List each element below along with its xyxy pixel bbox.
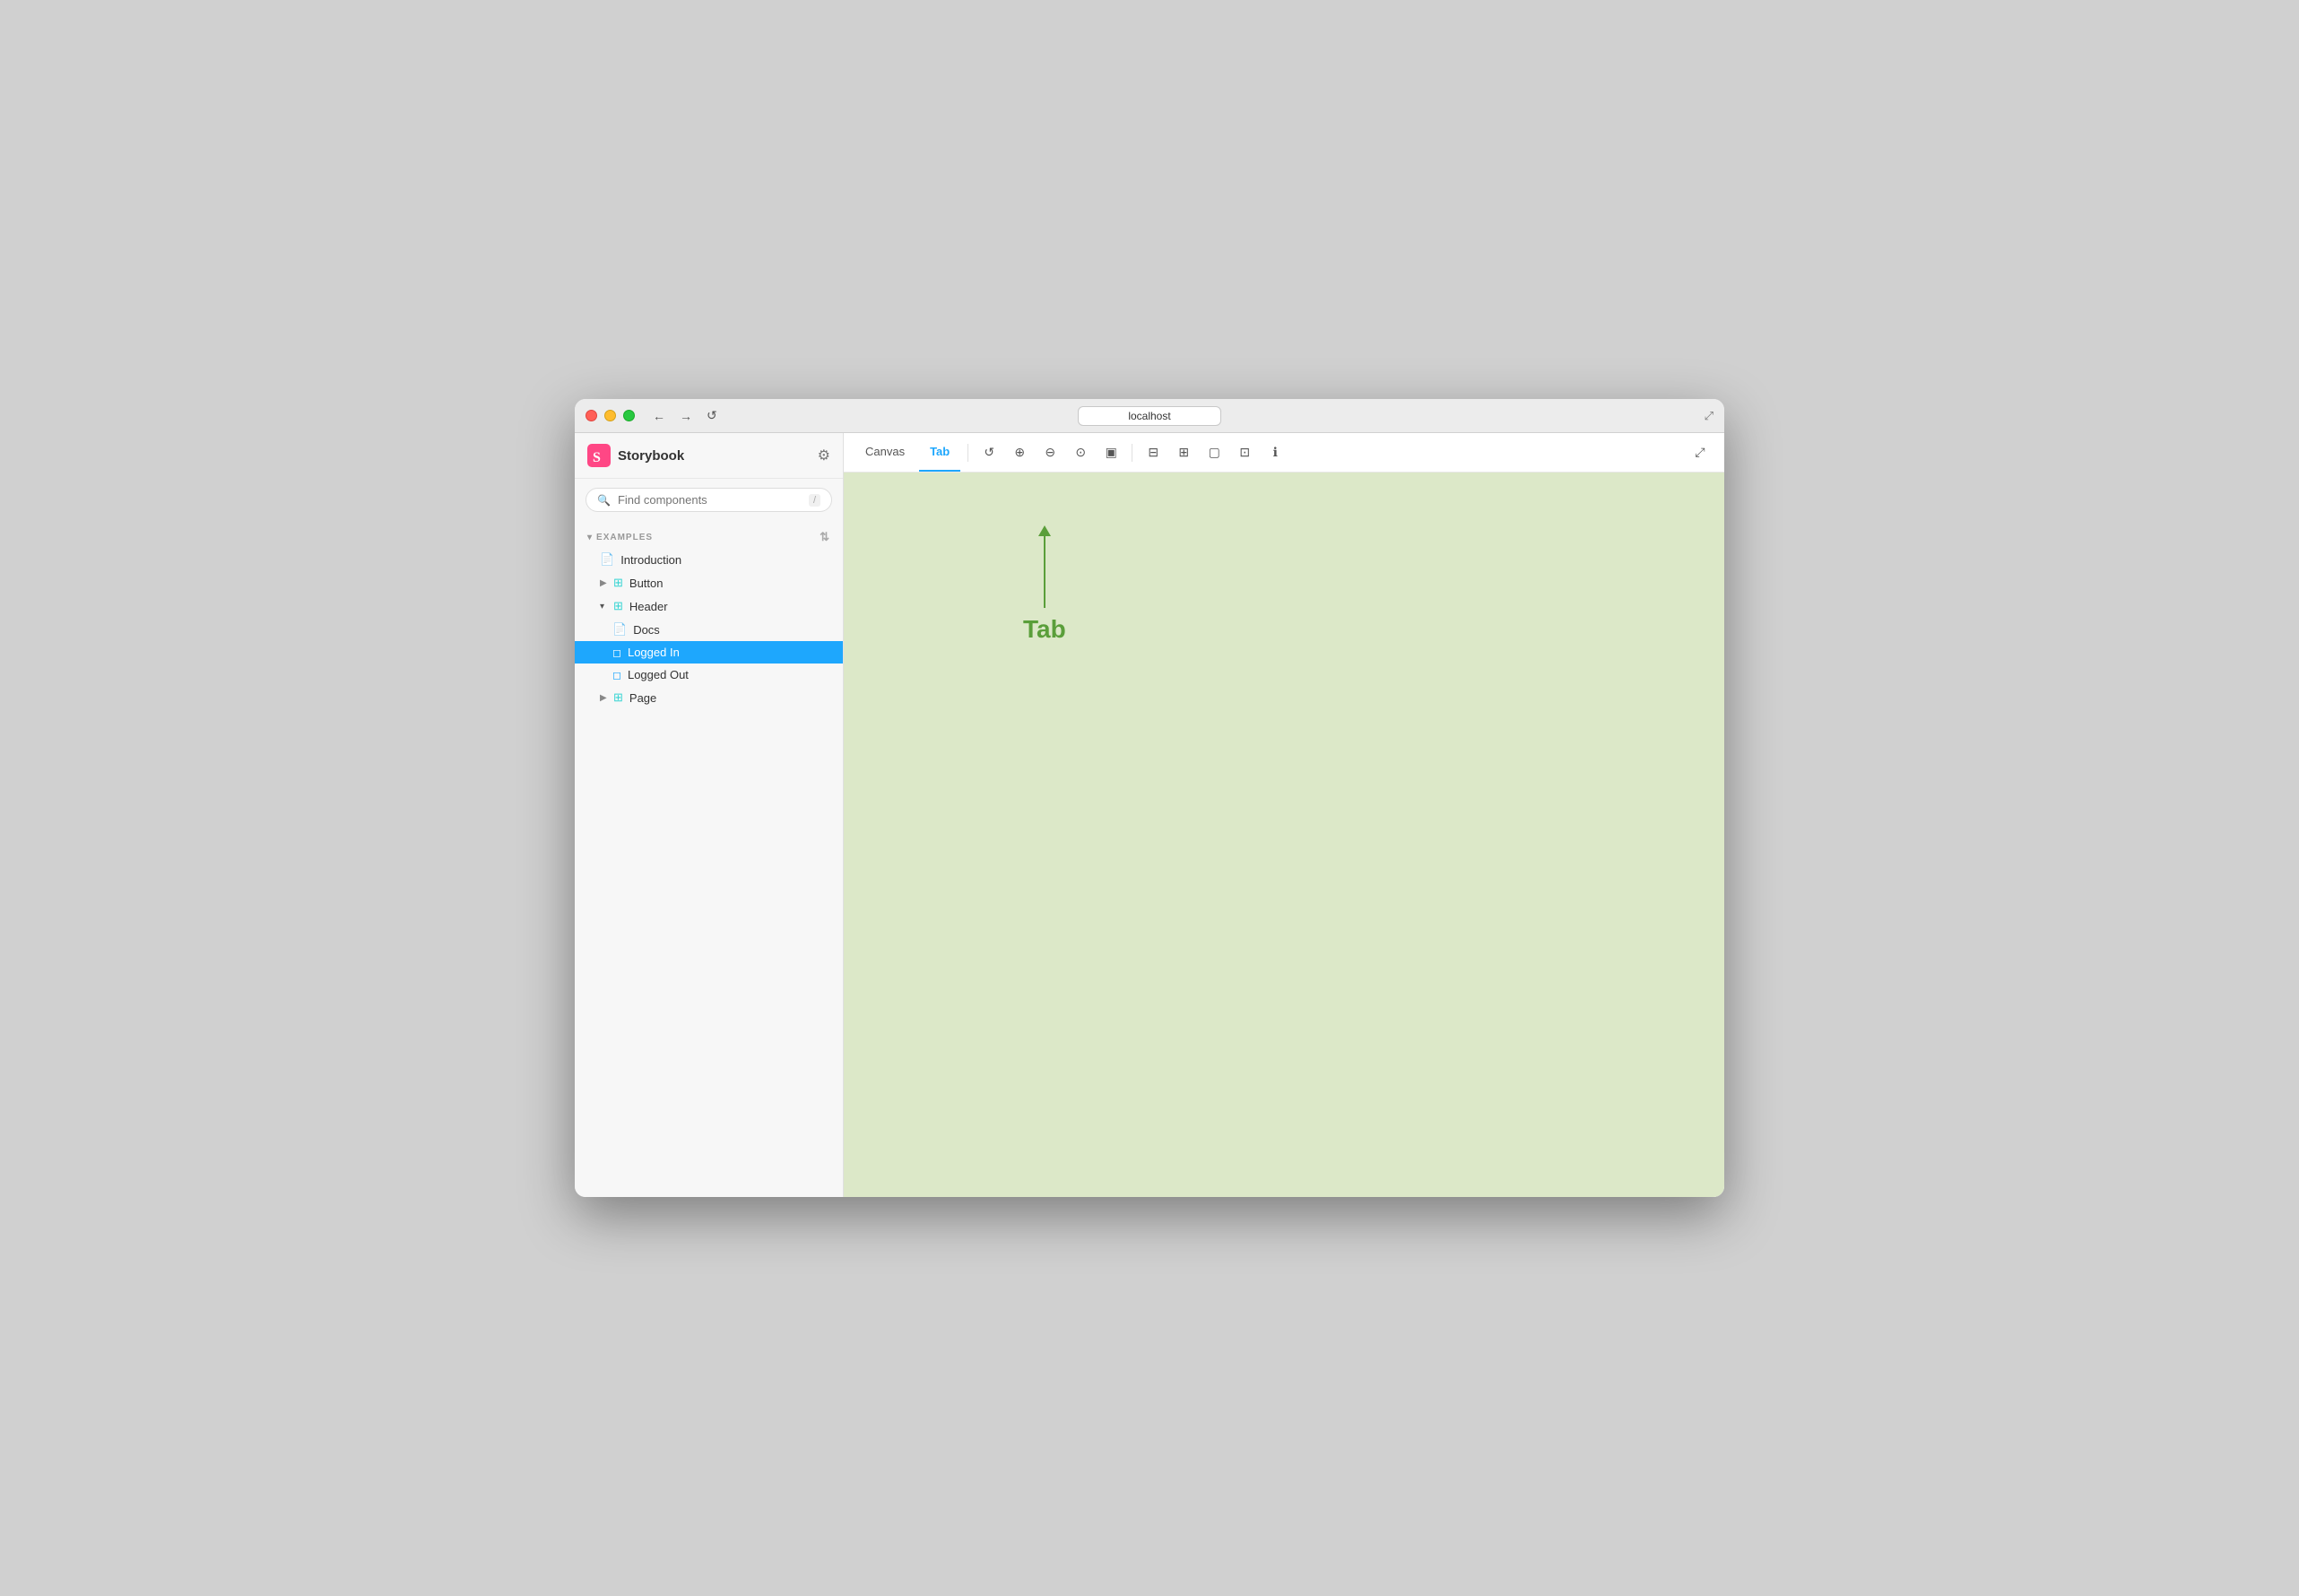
- zoom-out-button[interactable]: ⊖: [1037, 439, 1063, 466]
- new-window-icon: ⤢: [1695, 445, 1705, 460]
- info-icon: ℹ: [1273, 445, 1278, 460]
- sidebar-item-header-logged-out[interactable]: ◻ Logged Out: [575, 664, 843, 686]
- toolbar-right: ⤢: [1687, 439, 1713, 466]
- expand-arrow-icon: ▾: [600, 602, 609, 612]
- titlebar: ← → ↺ localhost ⤢: [575, 399, 1724, 433]
- tab-canvas[interactable]: Canvas: [855, 433, 915, 472]
- grid-button-1[interactable]: ⊟: [1140, 439, 1167, 466]
- sidebar-item-header-logged-in[interactable]: ◻ Logged In: [575, 641, 843, 664]
- reload-icon: ↺: [984, 445, 994, 460]
- canvas-arrow: [1038, 526, 1051, 608]
- outline-icon: ▢: [1209, 445, 1220, 460]
- zoom-in-icon: ⊕: [1014, 445, 1025, 460]
- background-icon: ⊡: [1239, 445, 1250, 460]
- grid-2-icon: ⊞: [1178, 445, 1189, 460]
- close-button[interactable]: [586, 410, 597, 421]
- minimize-button[interactable]: [604, 410, 616, 421]
- sidebar-item-label: Page: [629, 691, 656, 705]
- doc-icon: 📄: [612, 622, 627, 637]
- sidebar-header: S Storybook ⚙: [575, 433, 843, 479]
- forward-button[interactable]: →: [676, 407, 696, 425]
- arrow-head-icon: [1038, 525, 1051, 536]
- back-button[interactable]: ←: [649, 407, 669, 425]
- sidebar-item-label: Introduction: [620, 553, 681, 567]
- sidebar-item-label: Logged In: [628, 646, 680, 659]
- new-window-button[interactable]: ⤢: [1687, 439, 1713, 466]
- sidebar-item-label: Logged Out: [628, 668, 689, 681]
- tab-tab[interactable]: Tab: [919, 433, 960, 472]
- storybook-title: Storybook: [618, 448, 684, 464]
- toolbar-divider: [967, 444, 968, 462]
- canvas-area: Tab: [844, 473, 1724, 1197]
- window-controls-right: ⤢: [1705, 409, 1713, 423]
- fit-screen-button[interactable]: ▣: [1097, 439, 1124, 466]
- sidebar-item-label: Button: [629, 577, 664, 590]
- sidebar-item-label: Header: [629, 600, 668, 613]
- search-input[interactable]: [618, 493, 802, 507]
- sidebar: S Storybook ⚙ 🔍 / ▾ EXAMPLES ⇅: [575, 433, 844, 1197]
- grid-1-icon: ⊟: [1148, 445, 1158, 460]
- toolbar: Canvas Tab ↺ ⊕ ⊖ ⊙ ▣: [844, 433, 1724, 473]
- reload-button[interactable]: ↺: [976, 439, 1002, 466]
- right-panel: Canvas Tab ↺ ⊕ ⊖ ⊙ ▣: [844, 433, 1724, 1197]
- expand-arrow-icon: ▶: [600, 693, 609, 703]
- expand-arrow-icon: ▶: [600, 578, 609, 588]
- zoom-reset-icon: ⊙: [1075, 445, 1086, 460]
- component-icon: ⊞: [613, 599, 623, 613]
- main-content: S Storybook ⚙ 🔍 / ▾ EXAMPLES ⇅: [575, 433, 1724, 1197]
- canvas-tab-label: Tab: [1023, 615, 1066, 644]
- sidebar-item-header-docs[interactable]: 📄 Docs: [575, 618, 843, 641]
- traffic-lights: [586, 410, 635, 421]
- component-icon: ⊞: [613, 576, 623, 590]
- browser-window: ← → ↺ localhost ⤢ S Storybook ⚙: [575, 399, 1724, 1197]
- grid-button-2[interactable]: ⊞: [1170, 439, 1197, 466]
- section-label-examples: ▾ EXAMPLES ⇅: [575, 521, 843, 548]
- search-shortcut: /: [809, 494, 820, 507]
- outline-button[interactable]: ▢: [1201, 439, 1228, 466]
- settings-button[interactable]: ⚙: [818, 447, 830, 464]
- doc-icon: 📄: [600, 552, 614, 567]
- maximize-button[interactable]: [623, 410, 635, 421]
- section-toggle-icon: ▾: [587, 533, 593, 542]
- url-bar[interactable]: localhost: [1078, 406, 1221, 426]
- refresh-button[interactable]: ↺: [703, 406, 721, 425]
- sidebar-item-page[interactable]: ▶ ⊞ Page: [575, 686, 843, 709]
- zoom-in-button[interactable]: ⊕: [1006, 439, 1033, 466]
- storybook-logo-icon: S: [587, 444, 611, 467]
- zoom-reset-button[interactable]: ⊙: [1067, 439, 1094, 466]
- fit-screen-icon: ▣: [1106, 445, 1117, 460]
- canvas-label: Tab: [1023, 526, 1066, 644]
- background-button[interactable]: ⊡: [1231, 439, 1258, 466]
- sort-icon[interactable]: ⇅: [820, 530, 830, 544]
- zoom-out-icon: ⊖: [1045, 445, 1055, 460]
- sidebar-item-button[interactable]: ▶ ⊞ Button: [575, 571, 843, 594]
- external-link-icon[interactable]: ⤢: [1705, 409, 1713, 423]
- section-title: EXAMPLES: [596, 533, 820, 542]
- sidebar-item-header[interactable]: ▾ ⊞ Header: [575, 594, 843, 618]
- search-bar[interactable]: 🔍 /: [586, 488, 832, 512]
- story-icon: ◻: [612, 669, 621, 681]
- sidebar-item-introduction[interactable]: 📄 Introduction: [575, 548, 843, 571]
- sidebar-item-label: Docs: [633, 623, 660, 637]
- search-icon: 🔍: [597, 494, 611, 507]
- info-button[interactable]: ℹ: [1262, 439, 1288, 466]
- story-icon: ◻: [612, 646, 621, 659]
- component-icon: ⊞: [613, 690, 623, 705]
- logo-area: S Storybook: [587, 444, 684, 467]
- nav-buttons: ← → ↺: [649, 406, 721, 425]
- arrow-line: [1044, 536, 1045, 608]
- svg-text:S: S: [593, 450, 601, 465]
